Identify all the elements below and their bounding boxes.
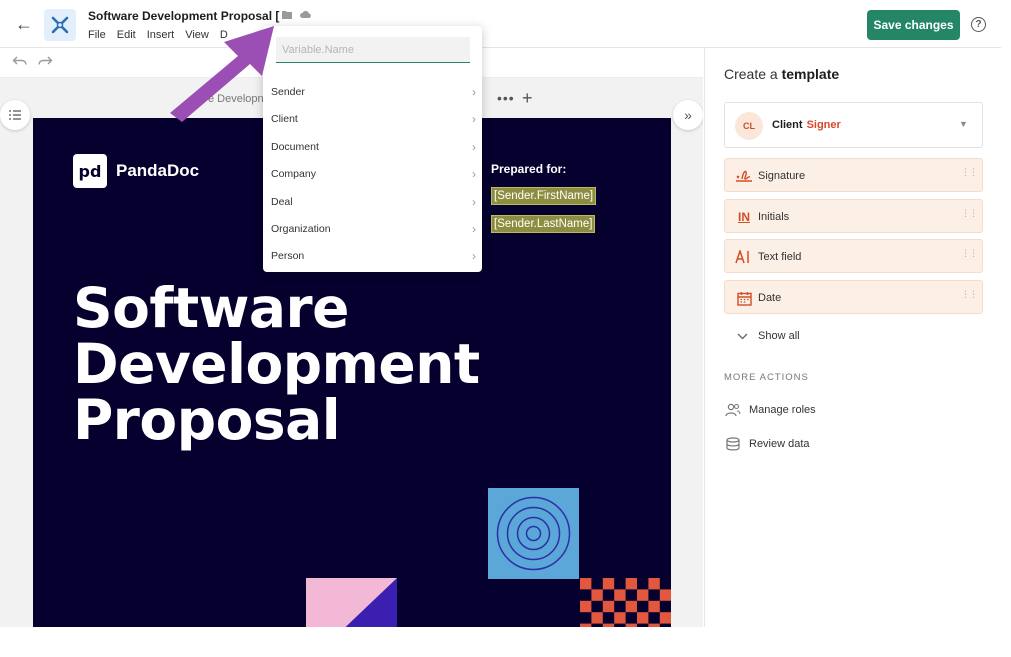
help-icon[interactable]: ? [971, 17, 986, 32]
undo-icon[interactable] [12, 55, 28, 67]
variable-dropdown: Sender› Client› Document› Company› Deal›… [263, 26, 482, 272]
title-line-2: Development [73, 332, 480, 396]
field-initials[interactable]: IN Initials ⋮⋮ [724, 199, 983, 233]
drag-handle-icon[interactable]: ⋮⋮ [961, 168, 978, 177]
back-arrow-icon[interactable]: ← [14, 14, 34, 34]
drag-handle-icon[interactable]: ⋮⋮ [961, 290, 978, 299]
checker-square [580, 578, 592, 590]
field-text[interactable]: Text field ⋮⋮ [724, 239, 983, 273]
panel-title: Create a template [724, 66, 840, 82]
dropdown-item-person[interactable]: Person › [271, 245, 476, 267]
variable-sender-firstname[interactable]: [Sender.FirstName] [491, 187, 597, 205]
checker-square [591, 589, 603, 601]
drag-handle-icon[interactable]: ⋮⋮ [961, 249, 978, 258]
redo-icon[interactable] [37, 55, 53, 67]
decorative-triangle-shape [306, 578, 397, 627]
dropdown-item-document[interactable]: Document › [271, 136, 476, 158]
field-signature[interactable]: Signature ⋮⋮ [724, 158, 983, 192]
caret-down-icon: ▼ [959, 119, 968, 129]
role-avatar: CL [735, 112, 763, 140]
more-actions-heading: MORE ACTIONS [724, 372, 809, 383]
dropdown-item-sender[interactable]: Sender › [271, 81, 476, 103]
variable-sender-lastname[interactable]: [Sender.LastName] [491, 215, 596, 233]
text-field-icon [735, 248, 753, 266]
decorative-checker-shape [580, 578, 671, 627]
menu-edit[interactable]: Edit [117, 29, 136, 41]
checker-square [648, 623, 660, 627]
variable-name-input[interactable] [276, 37, 470, 63]
checker-square [648, 600, 660, 613]
add-page-icon[interactable]: + [522, 88, 533, 109]
expand-panel-icon[interactable]: » [673, 100, 703, 130]
checker-square [614, 589, 626, 601]
calendar-icon [735, 289, 753, 307]
field-date[interactable]: Date ⋮⋮ [724, 280, 983, 314]
menu-file[interactable]: File [88, 29, 106, 41]
checker-square [602, 578, 615, 590]
checker-square [614, 612, 626, 624]
chevron-right-icon: › [472, 112, 476, 126]
prepared-for-label: Prepared for: [491, 162, 567, 176]
users-icon [725, 403, 741, 417]
checker-square [625, 600, 637, 613]
annotation-arrow-icon [170, 26, 274, 122]
cloud-icon [300, 11, 311, 18]
checker-square [580, 623, 592, 627]
checker-square [591, 612, 603, 624]
checker-square [659, 589, 671, 601]
checker-square [602, 623, 615, 627]
chevron-right-icon: › [472, 85, 476, 99]
app-logo-icon[interactable] [44, 9, 76, 41]
title-line-1: Software [73, 276, 349, 340]
dropdown-item-organization[interactable]: Organization › [271, 218, 476, 240]
checker-square [602, 600, 615, 613]
role-selector[interactable]: CL Client Signer ▼ [724, 102, 983, 148]
template-side-panel: Create a template CL Client Signer ▼ Sign… [704, 48, 1001, 627]
dropdown-item-client[interactable]: Client › [271, 108, 476, 130]
checker-square [625, 623, 637, 627]
drag-handle-icon[interactable]: ⋮⋮ [961, 209, 978, 218]
checker-square [637, 612, 649, 624]
checker-square [580, 600, 592, 613]
chevron-right-icon: › [472, 222, 476, 236]
checker-square [637, 589, 649, 601]
pandadoc-mark-icon: pd [73, 154, 107, 188]
pandadoc-logo: pd PandaDoc [73, 154, 199, 188]
chevron-right-icon: › [472, 195, 476, 209]
dropdown-item-deal[interactable]: Deal › [271, 191, 476, 213]
checker-square [648, 578, 660, 590]
role-type: Signer [806, 119, 841, 131]
chevron-down-icon [737, 333, 748, 339]
checker-square [659, 612, 671, 624]
initials-icon: IN [738, 210, 750, 224]
show-all-button[interactable]: Show all [737, 330, 800, 342]
manage-roles-button[interactable]: Manage roles [725, 403, 816, 417]
outline-list-icon[interactable] [0, 100, 30, 130]
review-data-button[interactable]: Review data [725, 437, 810, 451]
role-name: Client Signer [772, 119, 841, 131]
checker-square [625, 578, 637, 590]
proposal-title[interactable]: Software Development Proposal [73, 280, 480, 448]
database-icon [726, 437, 740, 451]
chevron-right-icon: › [472, 249, 476, 263]
chevron-right-icon: › [472, 140, 476, 154]
pandadoc-wordmark: PandaDoc [116, 161, 200, 180]
save-changes-button[interactable]: Save changes [867, 10, 960, 40]
title-line-3: Proposal [73, 388, 341, 452]
chevron-right-icon: › [472, 167, 476, 181]
decorative-circles-shape [488, 488, 579, 579]
signature-icon [735, 167, 753, 185]
dropdown-item-company[interactable]: Company › [271, 163, 476, 185]
more-options-icon[interactable]: ••• [497, 90, 515, 106]
